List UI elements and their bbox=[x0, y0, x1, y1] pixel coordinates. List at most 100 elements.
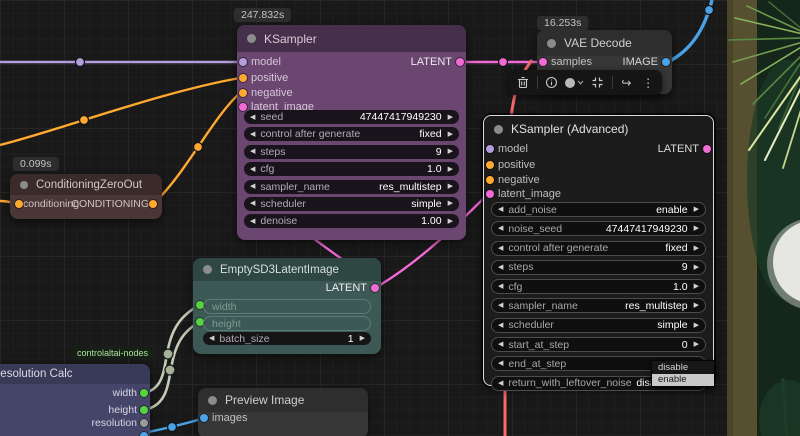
dropdown-option-enable[interactable]: enable bbox=[652, 374, 714, 387]
widget-batch-size[interactable]: ◀batch_size1▶ bbox=[203, 332, 371, 345]
reroute-dot-width[interactable] bbox=[163, 349, 173, 359]
widget-increment-icon[interactable]: ▶ bbox=[694, 283, 699, 290]
port-dot-conditioning-out[interactable] bbox=[149, 200, 157, 208]
ksampler-advanced-header[interactable]: KSampler (Advanced) bbox=[484, 116, 713, 142]
widget-increment-icon[interactable]: ▶ bbox=[448, 218, 453, 225]
widget-increment-icon[interactable]: ▶ bbox=[694, 264, 699, 271]
input-port-latent-image[interactable]: latent_image bbox=[484, 186, 561, 202]
reroute-dot-negative[interactable] bbox=[194, 143, 203, 152]
input-port-conditioning[interactable]: conditioning bbox=[10, 196, 79, 212]
dropdown-option-disable[interactable]: disable bbox=[652, 361, 714, 374]
port-dot-model[interactable] bbox=[486, 145, 494, 153]
output-port-latent[interactable]: LATENT bbox=[658, 141, 713, 157]
widget-decrement-icon[interactable]: ◀ bbox=[498, 360, 503, 367]
port-dot-image-out[interactable] bbox=[662, 58, 670, 66]
output-port-image[interactable]: IMAGE bbox=[623, 54, 672, 70]
widget-increment-icon[interactable]: ▶ bbox=[694, 206, 699, 213]
trash-icon[interactable] bbox=[515, 75, 531, 91]
port-dot-latent-image[interactable] bbox=[486, 190, 494, 198]
node-preview-image[interactable]: Preview Image images bbox=[198, 388, 368, 436]
widget-decrement-icon[interactable]: ◀ bbox=[498, 341, 503, 348]
widget-start-at-step[interactable]: ◀start_at_step0▶ bbox=[491, 337, 706, 352]
widget-control-after-generate[interactable]: ◀control after generatefixed▶ bbox=[491, 241, 706, 256]
node-ksampler[interactable]: KSampler model positive negative latent_… bbox=[237, 25, 466, 240]
output-port-conditioning[interactable]: CONDITIONING bbox=[71, 196, 162, 212]
widget-increment-icon[interactable]: ▶ bbox=[694, 302, 699, 309]
port-dot-positive[interactable] bbox=[486, 161, 494, 169]
widget-add-noise[interactable]: ◀add_noiseenable▶ bbox=[491, 202, 706, 217]
reroute-dot-model[interactable] bbox=[76, 58, 85, 67]
input-port-positive[interactable]: positive bbox=[484, 157, 535, 173]
collapse-dot-icon[interactable] bbox=[20, 181, 28, 189]
output-port-latent[interactable]: LATENT bbox=[411, 54, 466, 70]
widget-steps[interactable]: ◀steps9▶ bbox=[491, 260, 706, 275]
combo-dropdown[interactable]: disable enable bbox=[651, 360, 715, 387]
port-dot-image-out[interactable] bbox=[140, 432, 148, 436]
widget-decrement-icon[interactable]: ◀ bbox=[250, 131, 255, 138]
widget-denoise[interactable]: ◀denoise1.00▶ bbox=[244, 214, 459, 228]
widget-increment-icon[interactable]: ▶ bbox=[448, 114, 453, 121]
widget-scheduler[interactable]: ◀schedulersimple▶ bbox=[244, 197, 459, 211]
port-dot-height-out[interactable] bbox=[140, 406, 148, 414]
widget-noise-seed[interactable]: ◀noise_seed47447417949230▶ bbox=[491, 221, 706, 236]
widget-cfg[interactable]: ◀cfg1.0▶ bbox=[491, 279, 706, 294]
output-port-width[interactable]: width bbox=[112, 385, 150, 401]
port-dot-resolution-out[interactable] bbox=[140, 419, 148, 427]
more-options-icon[interactable]: ⋮ bbox=[640, 75, 656, 91]
collapse-dot-icon[interactable] bbox=[494, 125, 503, 134]
node-ksampler-advanced[interactable]: KSampler (Advanced) model positive negat… bbox=[483, 115, 714, 386]
widget-decrement-icon[interactable]: ◀ bbox=[250, 183, 255, 190]
widget-increment-icon[interactable]: ▶ bbox=[448, 166, 453, 173]
widget-decrement-icon[interactable]: ◀ bbox=[250, 114, 255, 121]
input-port-samples[interactable]: samples bbox=[537, 54, 592, 70]
sd3-header[interactable]: EmptySD3LatentImage bbox=[193, 258, 381, 281]
widget-decrement-icon[interactable]: ◀ bbox=[498, 322, 503, 329]
converted-input-height[interactable]: height bbox=[203, 316, 371, 331]
collapse-dot-icon[interactable] bbox=[208, 396, 217, 405]
collapse-dot-icon[interactable] bbox=[247, 34, 256, 43]
widget-increment-icon[interactable]: ▶ bbox=[694, 225, 699, 232]
port-dot-images[interactable] bbox=[200, 414, 208, 422]
widget-sampler-name[interactable]: ◀sampler_nameres_multistep▶ bbox=[491, 298, 706, 313]
port-dot-negative[interactable] bbox=[486, 176, 494, 184]
vae-header[interactable]: VAE Decode bbox=[537, 30, 672, 56]
widget-increment-icon[interactable]: ▶ bbox=[448, 148, 453, 155]
collapse-dot-icon[interactable] bbox=[547, 39, 556, 48]
input-port-model[interactable]: model bbox=[484, 141, 528, 157]
collapse-dot-icon[interactable] bbox=[203, 265, 212, 274]
reroute-dot-latent[interactable] bbox=[499, 58, 508, 67]
widget-decrement-icon[interactable]: ◀ bbox=[498, 264, 503, 271]
input-port-model[interactable]: model bbox=[237, 54, 281, 70]
node-resolution-calc[interactable]: Resolution Calc width height resolution bbox=[0, 364, 150, 436]
port-dot-latent-out[interactable] bbox=[456, 58, 464, 66]
port-dot-samples[interactable] bbox=[539, 58, 547, 66]
port-dot-positive[interactable] bbox=[239, 74, 247, 82]
port-dot-latent-out[interactable] bbox=[371, 284, 379, 292]
widget-decrement-icon[interactable]: ◀ bbox=[250, 148, 255, 155]
widget-decrement-icon[interactable]: ◀ bbox=[250, 166, 255, 173]
color-swatch-button[interactable] bbox=[565, 78, 584, 88]
node-conditioning-zero-out[interactable]: ConditioningZeroOut conditioning CONDITI… bbox=[10, 174, 162, 219]
widget-increment-icon[interactable]: ▶ bbox=[694, 245, 699, 252]
widget-decrement-icon[interactable]: ◀ bbox=[498, 283, 503, 290]
input-port-positive[interactable]: positive bbox=[237, 70, 288, 86]
widget-sampler-name[interactable]: ◀sampler_nameres_multistep▶ bbox=[244, 180, 459, 194]
widget-decrement-icon[interactable]: ◀ bbox=[250, 218, 255, 225]
widget-decrement-icon[interactable]: ◀ bbox=[498, 380, 503, 387]
widget-decrement-icon[interactable]: ◀ bbox=[498, 245, 503, 252]
widget-increment-icon[interactable]: ▶ bbox=[448, 131, 453, 138]
node-toolbar[interactable]: ↪ ⋮ bbox=[509, 70, 662, 95]
redo-icon[interactable]: ↪ bbox=[618, 75, 634, 91]
widget-control-after-generate[interactable]: ◀control after generatefixed▶ bbox=[244, 127, 459, 141]
port-dot-negative[interactable] bbox=[239, 89, 247, 97]
port-dot-conditioning[interactable] bbox=[15, 200, 23, 208]
port-dot-model[interactable] bbox=[239, 58, 247, 66]
widget-decrement-icon[interactable]: ◀ bbox=[498, 302, 503, 309]
info-icon[interactable] bbox=[543, 75, 559, 91]
port-dot-latent-out[interactable] bbox=[703, 145, 711, 153]
widget-steps[interactable]: ◀steps9▶ bbox=[244, 145, 459, 159]
czo-header[interactable]: ConditioningZeroOut bbox=[10, 174, 162, 195]
reroute-dot-image-preview[interactable] bbox=[168, 423, 177, 432]
node-graph-canvas[interactable]: 247.832s 16.253s 0.099s controlaltai-nod… bbox=[0, 0, 800, 436]
collapse-icon[interactable] bbox=[590, 75, 606, 91]
